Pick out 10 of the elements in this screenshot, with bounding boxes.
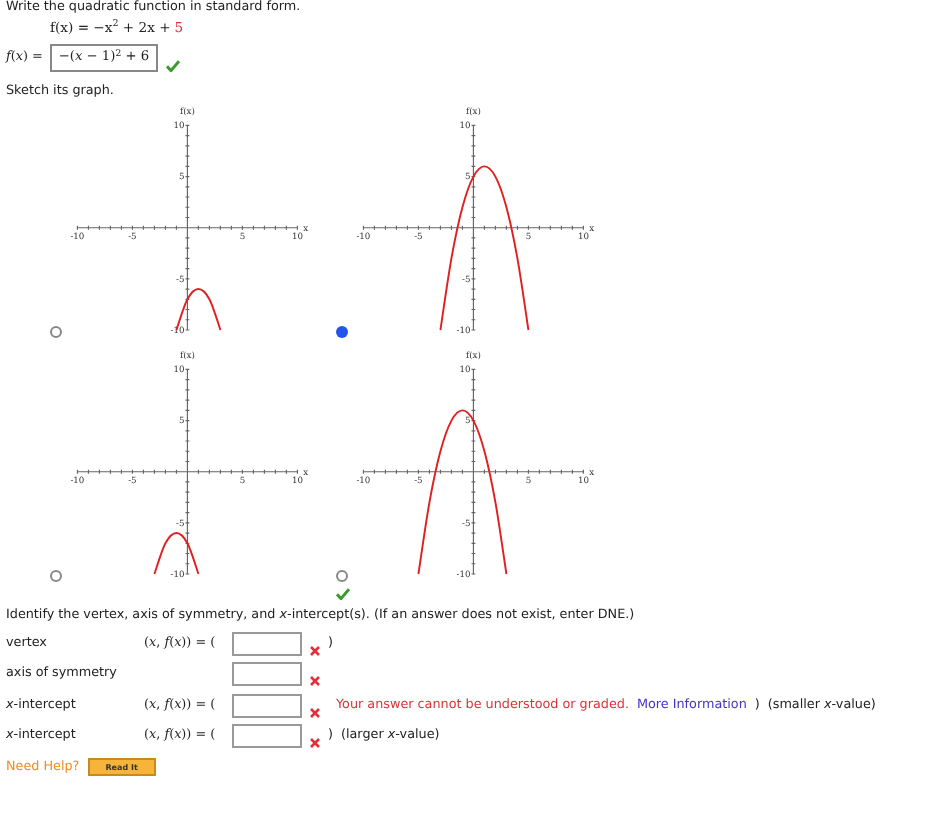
answer-field[interactable] xyxy=(232,662,302,687)
radio-button[interactable] xyxy=(50,326,62,339)
parabola-curve xyxy=(153,533,200,576)
radio-button[interactable] xyxy=(336,570,348,583)
parabola-curve xyxy=(175,289,222,332)
answer-field[interactable] xyxy=(232,724,302,749)
answer-field[interactable] xyxy=(232,631,302,656)
radio-button[interactable] xyxy=(336,326,348,339)
answer-field[interactable] xyxy=(232,693,302,718)
radio-button[interactable] xyxy=(50,570,62,583)
